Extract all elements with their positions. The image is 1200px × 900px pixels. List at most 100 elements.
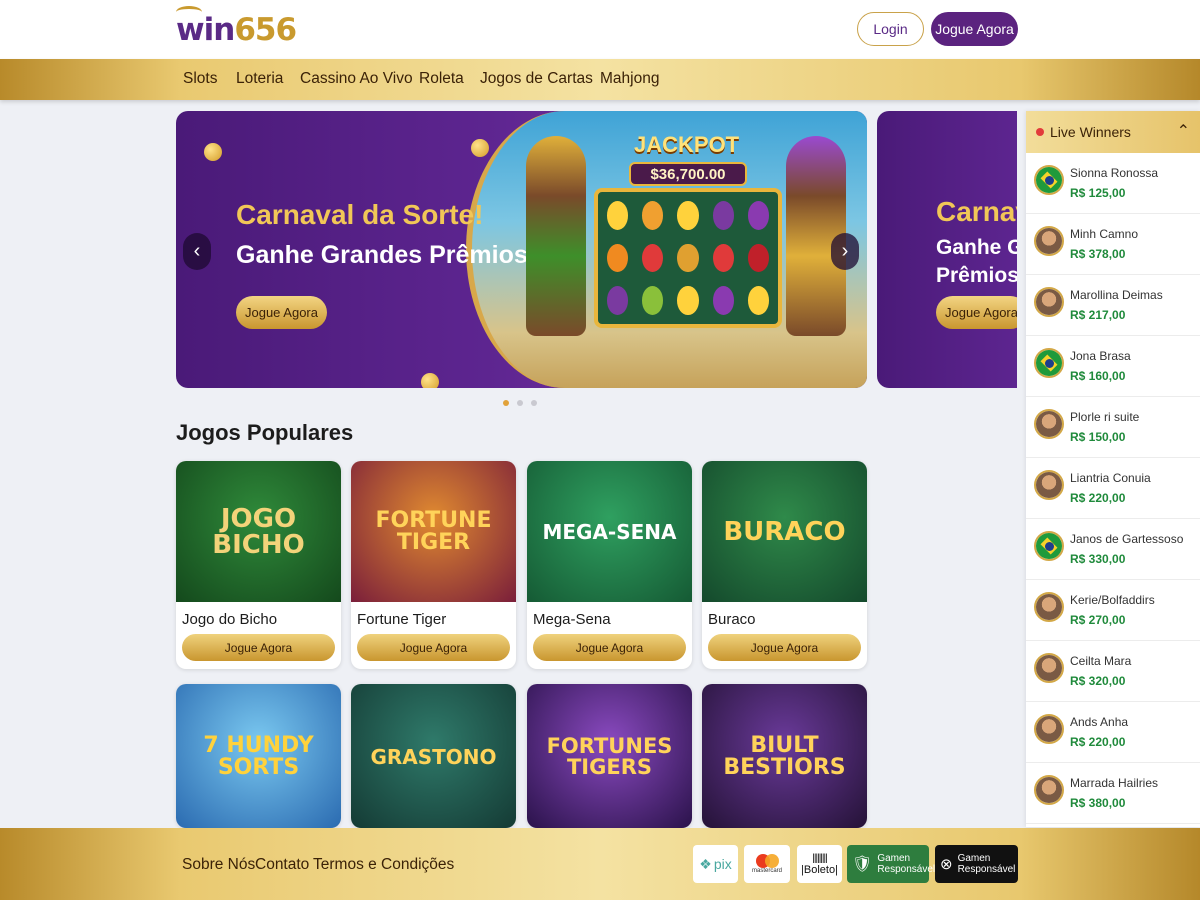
nav-item-mahjong[interactable]: Mahjong	[600, 70, 659, 88]
winner-name: Jona Brasa	[1070, 349, 1131, 363]
hero-banner[interactable]: Carnaval da Sorte! Ganhe Grandes Prêmios…	[176, 111, 867, 388]
site-logo[interactable]: win 656	[176, 6, 297, 50]
footer-link-termos[interactable]: Termos e Condições	[313, 856, 454, 874]
winner-row: Janos de Gartessoso R$ 330,00	[1026, 519, 1200, 580]
winner-amount: R$ 220,00	[1070, 735, 1126, 749]
game-card-hundy-sorts[interactable]: 7 HUNDY SORTS	[176, 684, 341, 828]
game-card-buraco[interactable]: BURACO Buraco Jogue Agora	[702, 461, 867, 669]
coin-icon	[421, 373, 439, 388]
winner-name: Marollina Deimas	[1070, 288, 1163, 302]
avatar	[1034, 714, 1064, 744]
carousel-dot-3[interactable]	[531, 400, 537, 406]
footer-link-sobre-nos[interactable]: Sobre Nós	[182, 856, 255, 874]
banner-prev-button[interactable]: ‹	[183, 233, 211, 270]
game-card-jogo-do-bicho[interactable]: JOGO BICHO Jogo do Bicho Jogue Agora	[176, 461, 341, 669]
login-button[interactable]: Login	[857, 12, 924, 46]
game-thumbnail[interactable]: MEGA-SENA	[527, 461, 692, 602]
responsible-gaming-badge-1: 🛡 Gamen Responsável	[847, 845, 935, 883]
game-play-button[interactable]: Jogue Agora	[182, 634, 335, 661]
thumb-title: GRASTONO	[370, 744, 497, 769]
slot-machine: JACKPOT $36,700.00	[594, 128, 782, 338]
nav-item-jogos-de-cartas[interactable]: Jogos de Cartas	[480, 70, 593, 88]
game-thumbnail[interactable]: BIULT BESTIORS	[702, 684, 867, 828]
winner-amount: R$ 217,00	[1070, 308, 1126, 322]
main-nav: Slots Loteria Cassino Ao Vivo Roleta Jog…	[0, 59, 1200, 100]
nav-item-cassino-ao-vivo[interactable]: Cassino Ao Vivo	[300, 70, 413, 88]
header-play-button[interactable]: Jogue Agora	[931, 12, 1018, 46]
grapes-icon	[747, 201, 769, 230]
live-winners-title: Live Winners	[1050, 124, 1131, 140]
game-thumbnail[interactable]: FORTUNES TIGERS	[527, 684, 692, 828]
winner-row: Sionna Ronossa R$ 125,00	[1026, 153, 1200, 214]
next-banner-play-button[interactable]: Jogue Agora	[936, 296, 1017, 329]
game-thumbnail[interactable]: JOGO BICHO	[176, 461, 341, 602]
next-banner-title: Carnaval	[936, 196, 1017, 227]
carousel-dot-1[interactable]	[503, 400, 509, 406]
game-card-fortunes-tigers[interactable]: FORTUNES TIGERS	[527, 684, 692, 828]
game-thumbnail[interactable]: 7 HUNDY SORTS	[176, 684, 341, 828]
game-thumbnail[interactable]: GRASTONO	[351, 684, 516, 828]
age-restriction-icon: ⊗	[940, 856, 953, 873]
badge-line2: Responsável	[877, 864, 936, 875]
pear-icon	[642, 286, 664, 315]
barcode-icon: |||||||||	[812, 852, 827, 864]
nav-item-loteria[interactable]: Loteria	[236, 70, 283, 88]
badge-line1: Gamen	[877, 853, 911, 864]
game-card-fortune-tiger[interactable]: FORTUNE TIGER Fortune Tiger Jogue Agora	[351, 461, 516, 669]
shield-check-icon: 🛡	[852, 856, 873, 873]
winner-row: Ands Anha R$ 220,00	[1026, 702, 1200, 763]
chevron-left-icon: ‹	[193, 240, 201, 262]
boleto-logo: ||||||||| |Boleto|	[797, 845, 842, 883]
thumb-title: JOGO BICHO	[212, 503, 305, 560]
live-winners-header[interactable]: Live Winners ⌃	[1026, 111, 1200, 153]
lemon-icon	[607, 201, 629, 230]
jackpot-label: JACKPOT	[634, 132, 740, 157]
game-card-biult-bestiors[interactable]: BIULT BESTIORS	[702, 684, 867, 828]
banner-play-button[interactable]: Jogue Agora	[236, 296, 327, 329]
game-name: Mega-Sena	[533, 611, 611, 628]
avatar	[1034, 592, 1064, 622]
game-card-mega-sena[interactable]: MEGA-SENA Mega-Sena Jogue Agora	[527, 461, 692, 669]
plum-icon	[607, 286, 629, 315]
winner-name: Liantria Conuia	[1070, 471, 1151, 485]
nav-item-slots[interactable]: Slots	[183, 70, 217, 88]
winner-row: Marollina Deimas R$ 217,00	[1026, 275, 1200, 336]
game-thumbnail[interactable]: BURACO	[702, 461, 867, 602]
game-play-button[interactable]: Jogue Agora	[357, 634, 510, 661]
avatar	[1034, 470, 1064, 500]
responsible-gaming-badge-2: ⊗ Gamen Responsável	[935, 845, 1018, 883]
winner-name: Ceilta Mara	[1070, 654, 1132, 668]
winner-amount: R$ 320,00	[1070, 674, 1126, 688]
winner-amount: R$ 160,00	[1070, 369, 1126, 383]
game-thumbnail[interactable]: FORTUNE TIGER	[351, 461, 516, 602]
carousel-dot-2[interactable]	[517, 400, 523, 406]
mastercard-icon	[755, 854, 779, 868]
next-banner-preview[interactable]: Carnaval Ganhe Gr Prêmios! Jogue Agora	[877, 111, 1017, 388]
winner-amount: R$ 330,00	[1070, 552, 1126, 566]
thumb-title: MEGA-SENA	[542, 519, 677, 544]
avatar	[1034, 409, 1064, 439]
game-play-button[interactable]: Jogue Agora	[533, 634, 686, 661]
dancer-left-illustration	[526, 136, 586, 336]
live-indicator-icon	[1036, 128, 1044, 136]
lemon-icon	[677, 286, 699, 315]
badge-line1: Gamen	[957, 853, 991, 864]
winner-row: Jona Brasa R$ 160,00	[1026, 336, 1200, 397]
game-name: Jogo do Bicho	[182, 611, 278, 628]
chevron-right-icon: ›	[841, 240, 849, 262]
winner-amount: R$ 270,00	[1070, 613, 1126, 627]
footer-link-contato[interactable]: Contato	[255, 856, 309, 874]
brazil-flag-avatar	[1034, 531, 1064, 561]
game-play-button[interactable]: Jogue Agora	[708, 634, 861, 661]
winner-name: Minh Camno	[1070, 227, 1139, 241]
live-winners-panel: Live Winners ⌃ Sionna Ronossa R$ 125,00 Mi…	[1026, 111, 1200, 827]
game-card-grastono[interactable]: GRASTONO	[351, 684, 516, 828]
winner-name: Plorle ri suite	[1070, 410, 1140, 424]
chevron-up-icon[interactable]: ⌃	[1177, 121, 1190, 141]
avatar	[1034, 226, 1064, 256]
game-name: Buraco	[708, 611, 756, 628]
nav-item-roleta[interactable]: Roleta	[419, 70, 464, 88]
plum-icon	[712, 201, 734, 230]
banner-next-button[interactable]: ›	[831, 233, 859, 270]
watermelon-icon	[712, 243, 734, 273]
